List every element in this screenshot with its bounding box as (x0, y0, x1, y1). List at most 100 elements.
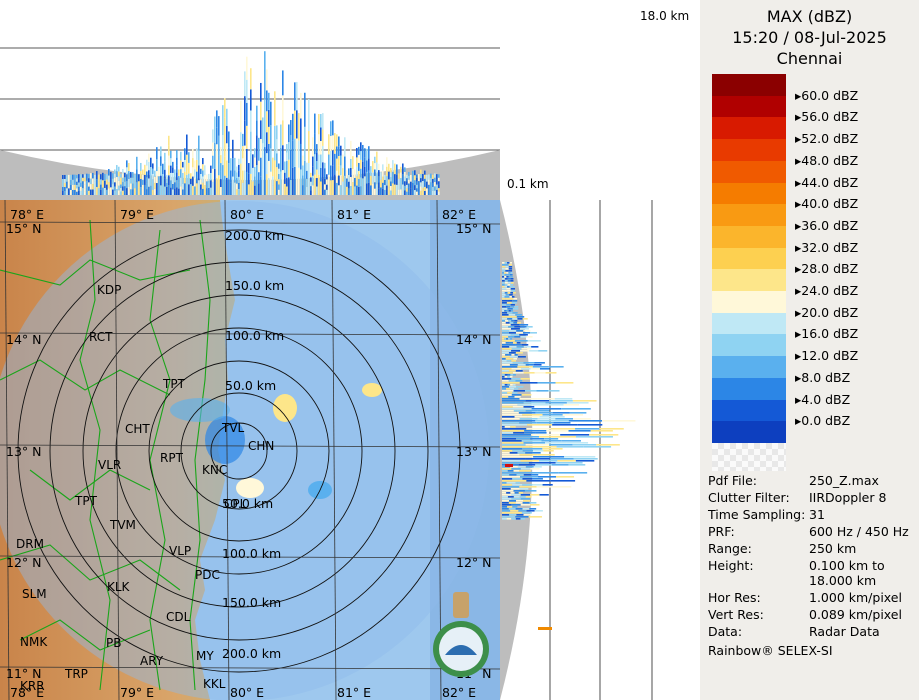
echo-bar (188, 184, 190, 195)
echo-bar (502, 296, 505, 298)
echo-bar (382, 164, 384, 171)
echo-bar (530, 468, 540, 470)
echo-bar (518, 412, 536, 414)
echo-bar (294, 82, 296, 111)
echo-bar (514, 336, 521, 338)
echo-bar (507, 506, 513, 508)
echo-bar (176, 165, 178, 173)
echo-bar (212, 168, 214, 182)
echo-bar (106, 189, 108, 195)
echo-bar (507, 274, 510, 276)
legend-label: ▸20.0 dBZ (795, 304, 859, 320)
echo-bar (384, 189, 386, 195)
echo-bar (168, 175, 170, 186)
echo-bar (80, 178, 82, 183)
echo-bar (238, 176, 240, 183)
echo-bar (523, 362, 535, 364)
echo-bar (298, 140, 300, 168)
echo-bar (352, 169, 354, 183)
echo-bar (266, 69, 268, 91)
product-title: MAX (dBZ) (766, 7, 853, 26)
echo-bar (400, 172, 402, 179)
echo-bar (502, 338, 505, 340)
echo-bar (238, 182, 240, 189)
echo-bar (502, 354, 506, 356)
echo-bar (88, 186, 90, 191)
echo-bar (374, 169, 376, 176)
echo-bar (206, 174, 208, 182)
station-name: Chennai (776, 49, 843, 68)
echo-bar (338, 146, 340, 156)
echo-bar (166, 186, 168, 191)
echo-bar (502, 348, 512, 350)
echo-bar (404, 171, 406, 177)
echo-bar (509, 346, 517, 348)
echo-bar (242, 182, 244, 195)
echo-bar (510, 510, 519, 512)
echo-bar (520, 476, 539, 478)
echo-bar (505, 266, 509, 268)
echo-bar (512, 372, 524, 374)
echo-bar (502, 504, 512, 506)
echo-bar (525, 496, 532, 498)
echo-bar (108, 175, 110, 183)
echo-bar (224, 98, 226, 118)
echo-bar (276, 125, 278, 140)
echo-bar (388, 171, 390, 180)
echo-bar (502, 368, 512, 370)
echo-bar (124, 190, 126, 195)
echo-bar (406, 184, 408, 189)
echo-bar (136, 169, 138, 183)
echo-bar (286, 169, 288, 179)
echo-bar (552, 424, 578, 426)
echo-bar (226, 126, 228, 144)
echo-bar (509, 356, 518, 358)
echo-bar (310, 186, 312, 191)
echo-bar (302, 185, 304, 195)
echo-bar (338, 136, 340, 147)
echo-bar (502, 510, 511, 512)
echo-bar (310, 172, 312, 178)
echo-bar (513, 496, 520, 498)
echo-bar (555, 418, 574, 420)
echo-bar (276, 139, 278, 154)
echo-bar (543, 450, 554, 452)
echo-bar (338, 155, 340, 166)
echo-bar (396, 164, 398, 175)
echo-bar (294, 110, 296, 139)
echo-bar (502, 300, 508, 302)
echo-bar (202, 164, 204, 171)
echo-bar (511, 348, 522, 350)
echo-bar (374, 156, 376, 164)
echo-bar (260, 138, 262, 158)
legend-label: ▸40.0 dBZ (795, 196, 859, 212)
hor-res-value: 1.000 km/pixel (809, 590, 902, 605)
echo-bar (502, 274, 505, 276)
echo-bar (509, 452, 518, 454)
echo-bar (372, 172, 374, 184)
echo-bar (548, 390, 560, 392)
echo-bar (515, 502, 523, 504)
echo-bar (254, 148, 256, 158)
echo-bar (424, 174, 426, 179)
echo-bar (566, 402, 589, 404)
echo-bar (274, 91, 276, 126)
echo-bar (218, 155, 220, 176)
echo-bar (306, 162, 308, 171)
echo-bar (92, 172, 94, 179)
echo-bar (366, 183, 368, 195)
echo-bar (250, 110, 252, 132)
echo-bar (246, 102, 248, 126)
echo-bar (82, 174, 84, 178)
echo-bar (204, 165, 206, 176)
echo-bar (507, 262, 510, 264)
echo-bar (502, 442, 524, 444)
echo-bar (410, 188, 412, 195)
echo-bar (128, 171, 130, 180)
echo-bar (236, 166, 238, 173)
echo-bar (502, 476, 521, 478)
echo-bar (170, 187, 172, 195)
echo-bar (502, 420, 536, 422)
echo-bar (394, 174, 396, 185)
echo-bar (511, 394, 522, 396)
